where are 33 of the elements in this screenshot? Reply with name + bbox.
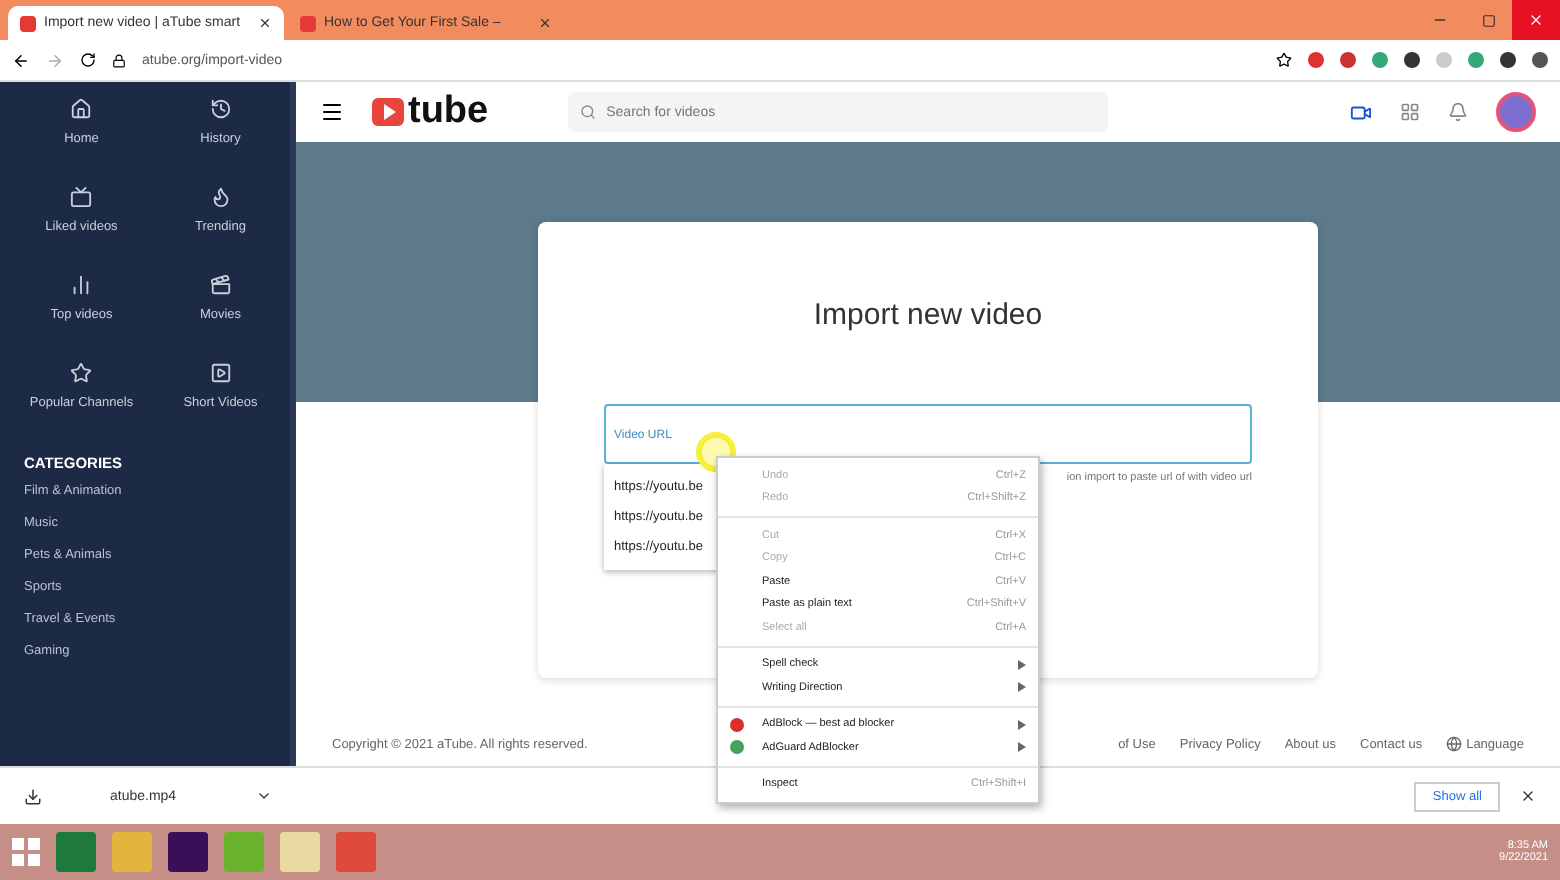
reload-icon[interactable] xyxy=(80,52,96,68)
home-icon xyxy=(70,98,93,120)
tv-icon xyxy=(70,186,93,208)
history-icon xyxy=(209,98,232,120)
caret-icon[interactable] xyxy=(256,788,273,804)
star-icon xyxy=(70,362,93,384)
favicon-icon xyxy=(20,15,36,31)
profile-icon[interactable] xyxy=(1532,52,1548,68)
bell-icon[interactable] xyxy=(1448,102,1468,122)
avatar[interactable] xyxy=(1496,92,1536,132)
bookmark-star-icon[interactable] xyxy=(1276,52,1292,68)
menu-icon[interactable] xyxy=(320,100,344,124)
video-icon[interactable] xyxy=(1350,101,1372,123)
start-icon[interactable] xyxy=(12,838,40,866)
download-icon xyxy=(24,787,42,805)
search-icon xyxy=(580,104,597,120)
globe-icon[interactable] xyxy=(1446,736,1463,752)
card-title: Import new video xyxy=(813,298,1043,332)
close-icon xyxy=(1528,12,1544,28)
grid-icon[interactable] xyxy=(1400,102,1420,122)
favicon-icon xyxy=(300,15,316,31)
close-icon[interactable] xyxy=(258,16,272,30)
site-logo[interactable]: tube xyxy=(372,90,489,134)
clapperboard-icon xyxy=(209,274,232,296)
close-icon[interactable] xyxy=(1520,788,1536,804)
play-icon xyxy=(209,362,232,384)
bar-chart-icon xyxy=(70,274,93,296)
close-icon[interactable] xyxy=(538,16,552,30)
maximize-icon[interactable] xyxy=(1481,13,1495,27)
back-icon[interactable] xyxy=(12,51,30,69)
flame-icon xyxy=(209,186,232,208)
lock-icon xyxy=(112,53,126,67)
forward-icon[interactable] xyxy=(46,51,64,69)
